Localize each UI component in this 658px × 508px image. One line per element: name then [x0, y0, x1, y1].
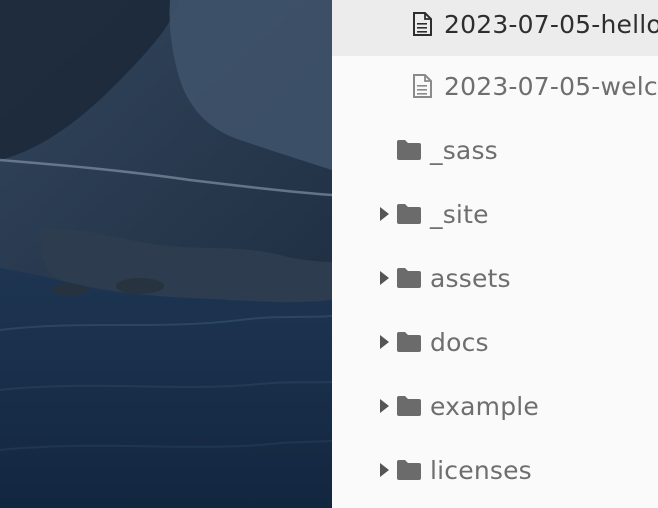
coastal-landscape-image: [0, 0, 332, 508]
folder-icon: [397, 332, 421, 352]
folder-icon: [397, 460, 421, 480]
file-tree-item-folder-assets[interactable]: assets: [332, 246, 658, 310]
file-tree-item-folder-docs[interactable]: docs: [332, 310, 658, 374]
file-tree-item-label: _sass: [430, 135, 498, 165]
expand-arrow-icon[interactable]: [380, 399, 389, 413]
file-tree-item-file-welc[interactable]: 2023-07-05-welc: [332, 54, 658, 118]
document-icon: [413, 74, 432, 98]
file-tree-item-label: example: [430, 391, 540, 421]
file-tree-item-label: docs: [430, 327, 489, 357]
file-tree-item-folder-example[interactable]: example: [332, 374, 658, 438]
expand-arrow-icon[interactable]: [380, 335, 389, 349]
document-icon: [413, 12, 432, 36]
folder-icon: [397, 140, 421, 160]
file-tree-item-folder-site[interactable]: _site: [332, 182, 658, 246]
file-tree-item-label: _site: [430, 199, 489, 229]
file-tree-item-folder-licenses[interactable]: licenses: [332, 438, 658, 502]
folder-icon: [397, 204, 421, 224]
file-tree-item-label: assets: [430, 263, 511, 293]
file-tree-item-label: licenses: [430, 455, 532, 485]
file-tree-item-folder-sass[interactable]: _sass: [332, 118, 658, 182]
expand-arrow-icon[interactable]: [380, 271, 389, 285]
folder-icon: [397, 268, 421, 288]
expand-arrow-icon[interactable]: [380, 463, 389, 477]
file-tree-panel: 2023-07-05-hello 2023-07-05-welc _sass _…: [332, 0, 658, 508]
file-tree-item-label: 2023-07-05-hello: [444, 9, 658, 39]
file-tree-item-file-hello[interactable]: 2023-07-05-hello: [332, 0, 658, 56]
expand-arrow-icon[interactable]: [380, 207, 389, 221]
desktop-wallpaper: [0, 0, 332, 508]
file-tree-item-label: 2023-07-05-welc: [444, 71, 658, 101]
folder-icon: [397, 396, 421, 416]
